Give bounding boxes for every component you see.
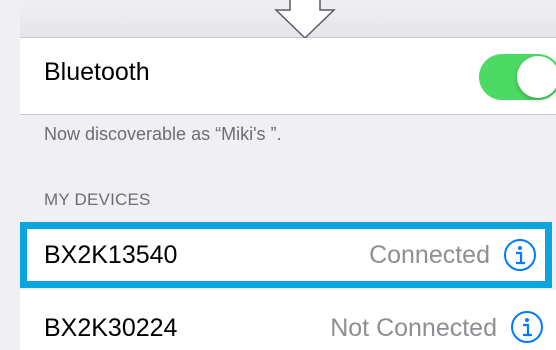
info-icon[interactable] [503, 238, 537, 272]
arrow-down-icon [274, 0, 336, 40]
device-name: BX2K30224 [44, 314, 178, 342]
device-status: Connected [369, 241, 490, 269]
device-status: Not Connected [330, 314, 497, 342]
bluetooth-row: Bluetooth [20, 38, 556, 115]
device-row-bx2k30224[interactable]: BX2K30224 Not Connected [20, 290, 556, 350]
toggle-knob [517, 56, 556, 98]
device-row-bx2k13540[interactable]: BX2K13540 Connected [20, 222, 552, 288]
my-devices-header: MY DEVICES [44, 190, 151, 209]
device-name: BX2K13540 [44, 241, 178, 269]
bluetooth-toggle[interactable] [479, 54, 556, 100]
info-icon[interactable] [510, 310, 544, 344]
bluetooth-label: Bluetooth [44, 58, 150, 86]
discoverable-note: Now discoverable as “Miki's ”. [44, 124, 282, 144]
